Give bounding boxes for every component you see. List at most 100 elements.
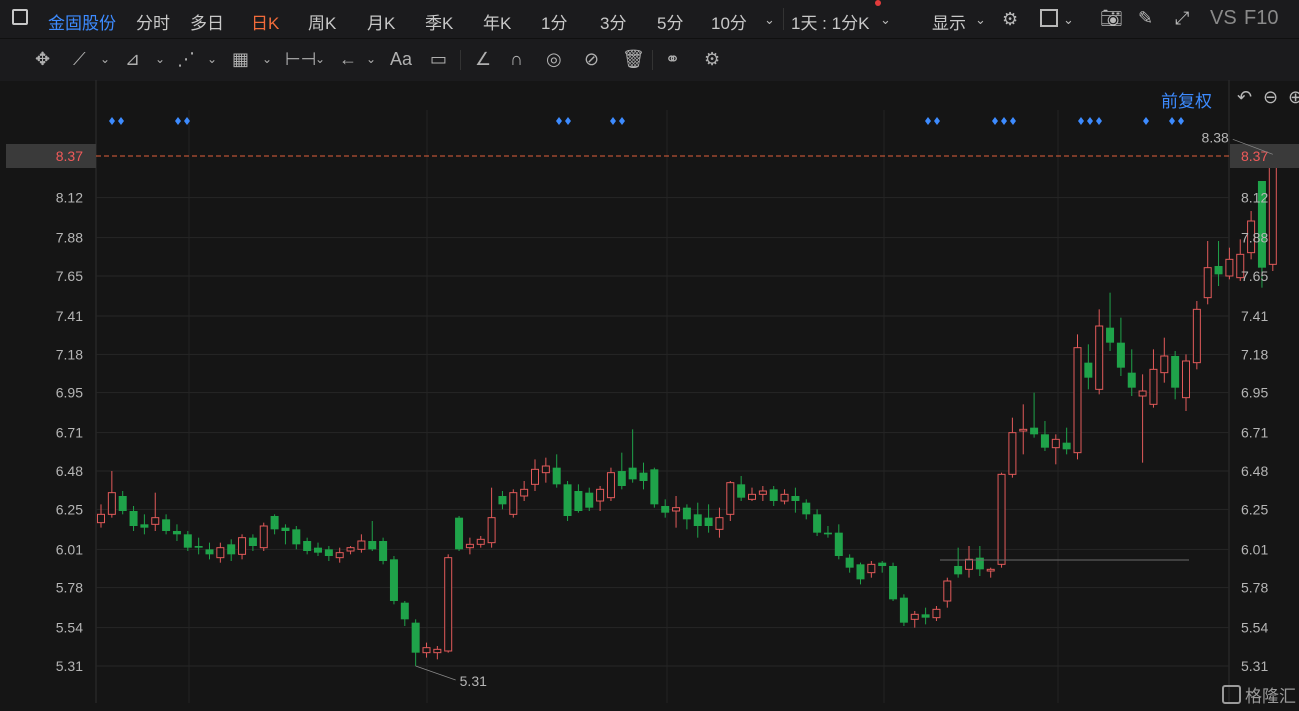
candle [1008,417,1017,478]
event-marker-icon [175,117,181,125]
candles [97,153,1277,666]
candle [172,524,181,541]
event-marker-icon [118,117,124,125]
candle [1084,344,1093,390]
candle [650,467,659,508]
high-price-label: 8.38 [1202,129,1229,145]
candle-body [183,534,192,548]
candle [769,486,778,506]
candle [205,542,214,560]
candle-body [606,472,615,499]
candle [465,537,474,555]
candle-body [737,484,746,498]
candle [162,514,171,535]
candle-body [704,517,713,526]
candle-body [455,517,464,550]
candle [889,562,898,601]
candle-body [509,492,518,515]
candle [1116,317,1125,376]
candle-body [1149,368,1158,405]
y-tick-label-right: 7.18 [1241,346,1268,362]
candle [509,489,518,518]
candle [878,561,887,573]
y-tick-label-right: 6.01 [1241,541,1268,557]
adjust-mode-link[interactable]: 前复权 [1161,87,1212,112]
candle [227,539,236,561]
candle-body [1095,325,1104,390]
candle-body [162,519,171,531]
candle [715,507,724,538]
candle-body [487,517,496,544]
event-marker-icon [1096,117,1102,125]
candle [216,542,225,563]
candle [140,514,149,535]
candle [921,607,930,625]
candle [1030,392,1039,438]
candle [346,546,355,555]
candle-body [248,537,257,546]
candle-body [574,491,583,511]
candle [856,562,865,585]
candle-body [1062,442,1071,450]
candle [455,516,464,551]
candle-body [823,532,832,535]
candle-body [748,493,756,500]
candle [802,499,811,520]
candle-body [1008,432,1017,475]
candle-body [682,507,691,520]
candle [357,534,366,553]
candle-body [596,488,605,502]
candle [531,459,539,491]
candlestick-chart[interactable]: 8.37 8.37 8.12 8.12 7.88 7.88 7.65 7.65 7.41 7.41… [0,0,1299,711]
candle-body [889,566,898,600]
candle [248,534,257,551]
candle [639,462,648,490]
candle-body [1268,153,1277,265]
candle-body [1192,308,1201,364]
undo-icon[interactable]: ↶ [1237,87,1252,107]
candle-body [845,557,854,568]
candle [281,524,290,545]
candle-body [954,566,963,575]
candle [1073,334,1082,460]
candle [693,502,702,538]
candle-body [791,496,800,501]
candle-body [899,597,908,623]
candle [498,491,507,510]
candle [270,514,279,535]
event-markers [109,117,1184,125]
zoom-out-icon[interactable]: ⊖ [1263,87,1278,107]
candle [617,452,626,490]
candle [965,546,973,578]
y-tick-label-left: 5.54 [56,620,83,636]
candle [411,619,420,666]
candle [758,486,767,501]
zoom-in-icon[interactable]: ⊕ [1288,87,1299,107]
y-tick-label-left: 5.31 [56,658,83,674]
candle-body [1225,258,1234,277]
event-marker-icon [1087,117,1093,125]
y-tick-label-left: 6.25 [56,501,83,517]
candle-body [444,557,453,652]
candle [780,489,789,505]
candle-body [346,547,355,552]
candle [932,606,941,621]
candle [823,526,832,538]
candle [910,611,919,628]
candle [943,577,952,608]
candle-body [1127,372,1136,388]
candle [151,492,160,531]
y-tick-label-left: 7.18 [56,346,83,362]
candle [552,454,561,488]
candle [563,481,572,521]
candle-body [368,541,377,550]
candle-body [552,467,561,485]
candle-body [194,546,203,548]
candle-body [400,602,409,620]
candle [1019,404,1028,455]
event-marker-icon [992,117,998,125]
candle-body [97,513,105,524]
candle [628,429,637,483]
y-tick-label-right: 6.25 [1241,501,1268,517]
candle-body [1030,427,1039,435]
